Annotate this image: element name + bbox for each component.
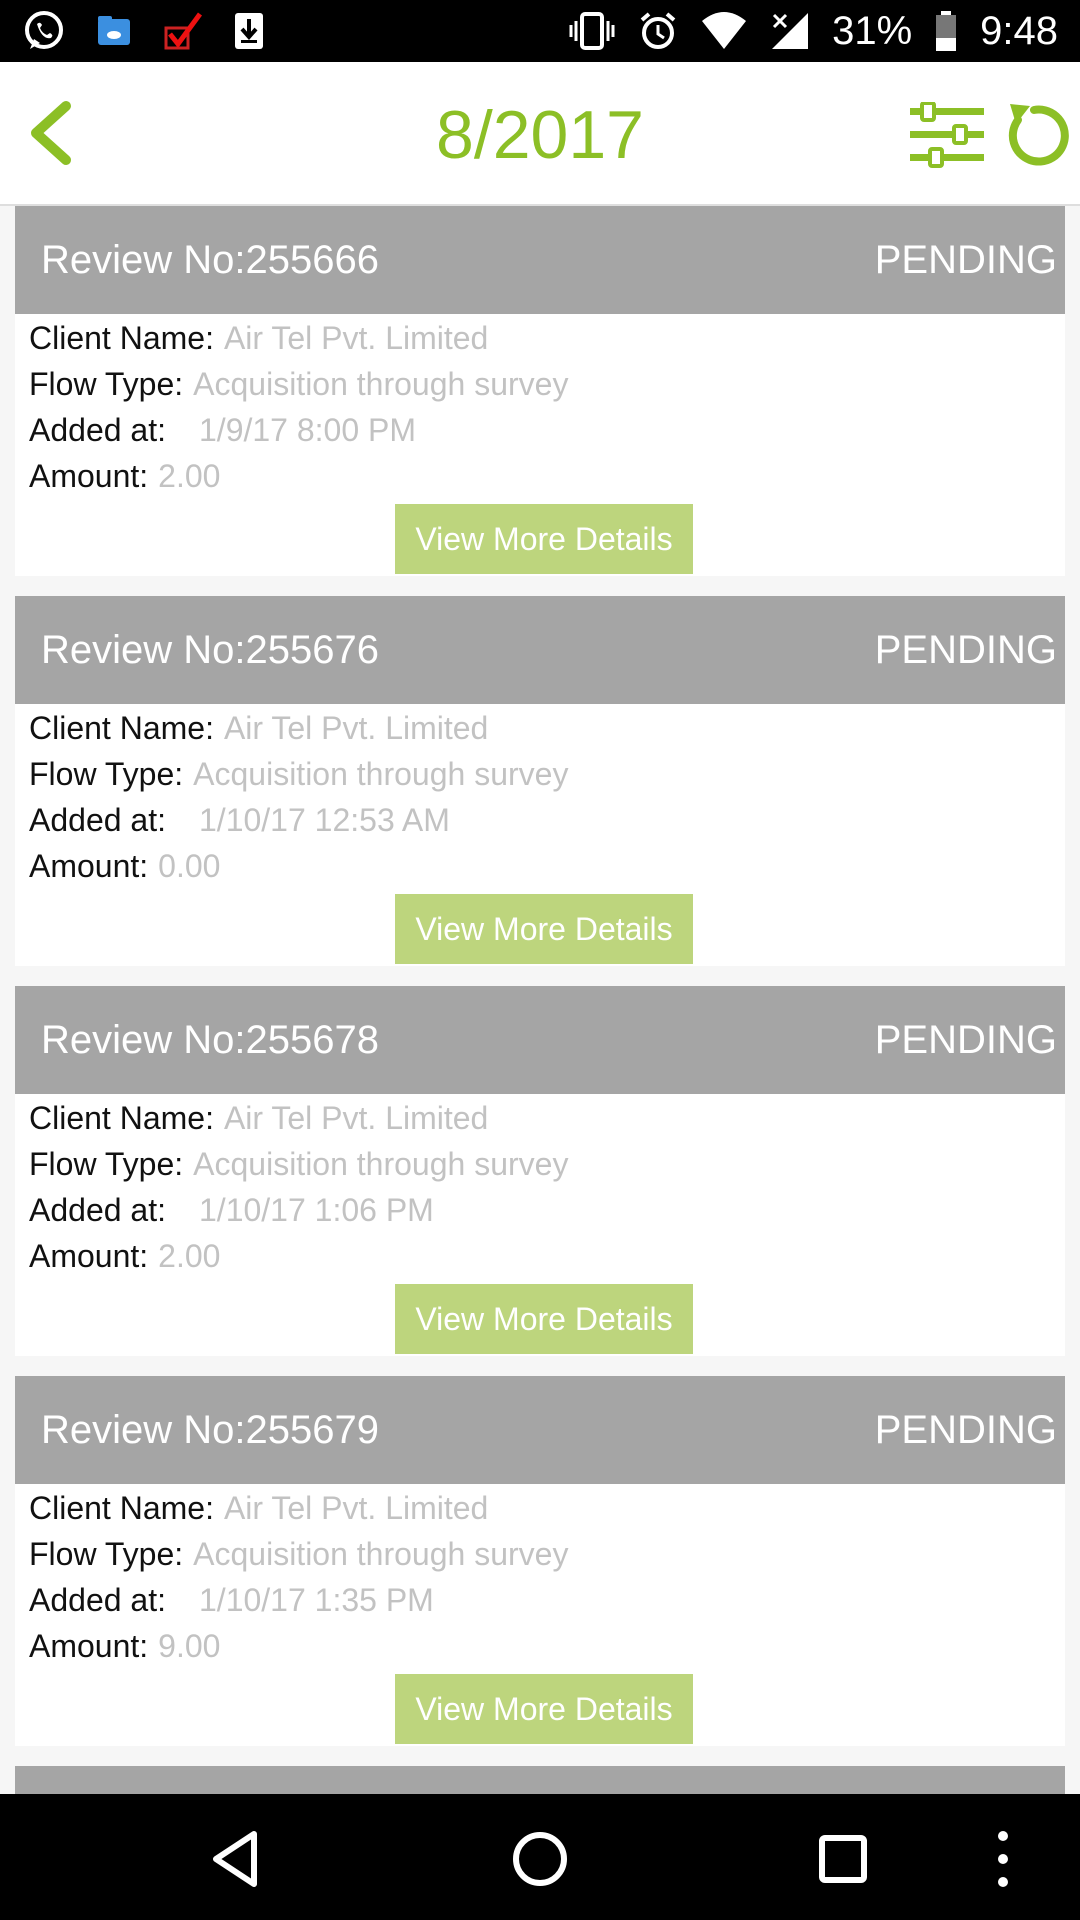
flow-type-value: Acquisition through survey xyxy=(193,1146,569,1182)
recents-square-icon[interactable] xyxy=(808,1824,878,1894)
client-name-row: Client Name: Air Tel Pvt. Limited xyxy=(29,1100,488,1137)
added-at-value: 1/10/17 1:35 PM xyxy=(199,1582,434,1618)
amount-row: Amount: 9.00 xyxy=(29,1628,220,1665)
alarm-icon xyxy=(640,12,676,49)
more-options-icon[interactable] xyxy=(968,1824,1038,1894)
review-card-header: Review No:255679 PENDING xyxy=(15,1376,1065,1484)
flow-type-label: Flow Type: xyxy=(29,756,184,792)
client-name-row: Client Name: Air Tel Pvt. Limited xyxy=(29,320,488,357)
view-more-details-button[interactable]: View More Details xyxy=(395,1674,693,1744)
added-at-label: Added at: xyxy=(29,1192,166,1228)
clock: 9:48 xyxy=(980,8,1058,53)
client-name-value: Air Tel Pvt. Limited xyxy=(223,1100,489,1136)
amount-value: 2.00 xyxy=(158,458,221,494)
review-card: Review No:255676 PENDING Client Name: Air… xyxy=(15,596,1065,966)
signal-icon xyxy=(772,13,809,49)
client-name-label: Client Name: xyxy=(29,1490,214,1526)
amount-value: 0.00 xyxy=(158,848,221,884)
client-name-value: Air Tel Pvt. Limited xyxy=(223,1490,489,1526)
review-number: Review No:255666 xyxy=(41,238,379,282)
review-number: Review No:255676 xyxy=(41,628,379,672)
flow-type-row: Flow Type: Acquisition through survey xyxy=(29,1146,568,1183)
client-name-row: Client Name: Air Tel Pvt. Limited xyxy=(29,710,488,747)
added-at-row: Added at: 1/10/17 12:53 AM xyxy=(29,802,450,839)
amount-label: Amount: xyxy=(29,1238,149,1274)
review-card: Review No:255666 PENDING Client Name: Air… xyxy=(15,206,1065,576)
flow-type-row: Flow Type: Acquisition through survey xyxy=(29,756,568,793)
vibrate-icon xyxy=(569,12,615,50)
flow-type-row: Flow Type: Acquisition through survey xyxy=(29,1536,568,1573)
added-at-row: Added at: 1/10/17 1:35 PM xyxy=(29,1582,434,1619)
client-name-value: Air Tel Pvt. Limited xyxy=(223,710,489,746)
home-circle-icon[interactable] xyxy=(505,1824,575,1894)
view-more-details-button[interactable]: View More Details xyxy=(395,1284,693,1354)
amount-label: Amount: xyxy=(29,1628,149,1664)
client-name-label: Client Name: xyxy=(29,1100,214,1136)
amount-value: 2.00 xyxy=(158,1238,221,1274)
amount-label: Amount: xyxy=(29,458,149,494)
battery-percent: 31% xyxy=(832,8,913,53)
flow-type-row: Flow Type: Acquisition through survey xyxy=(29,366,568,403)
added-at-value: 1/10/17 12:53 AM xyxy=(199,802,450,838)
status-bar: 31% 9:48 xyxy=(0,0,1080,62)
review-card: Review No:255679 PENDING Client Name: Air… xyxy=(15,1376,1065,1746)
added-at-value: 1/10/17 1:06 PM xyxy=(199,1192,434,1228)
review-card-header: Review No:255678 PENDING xyxy=(15,986,1065,1094)
flow-type-value: Acquisition through survey xyxy=(193,1536,569,1572)
status-badge: PENDING xyxy=(874,628,1057,672)
amount-row: Amount: 2.00 xyxy=(29,1238,220,1275)
status-badge: PENDING xyxy=(874,1018,1057,1062)
amount-row: Amount: 0.00 xyxy=(29,848,220,885)
client-name-value: Air Tel Pvt. Limited xyxy=(223,320,489,356)
review-card-header: Review No:255666 PENDING xyxy=(15,206,1065,314)
review-list[interactable]: Review No:255666 PENDING Client Name: Air… xyxy=(15,206,1065,1794)
filter-settings-icon[interactable] xyxy=(908,102,986,168)
app-bar: 8/2017 xyxy=(0,62,1080,206)
battery-icon xyxy=(936,11,957,51)
amount-row: Amount: 2.00 xyxy=(29,458,220,495)
file-manager-icon xyxy=(98,16,130,45)
added-at-value: 1/9/17 8:00 PM xyxy=(199,412,417,448)
added-at-label: Added at: xyxy=(29,1582,166,1618)
next-review-card-header xyxy=(15,1766,1065,1794)
added-at-label: Added at: xyxy=(29,802,166,838)
wifi-icon xyxy=(702,12,747,49)
whatsapp-icon xyxy=(25,11,63,49)
flow-type-value: Acquisition through survey xyxy=(193,366,569,402)
view-more-details-button[interactable]: View More Details xyxy=(395,894,693,964)
refresh-icon[interactable] xyxy=(998,98,1070,170)
checkmark-app-icon xyxy=(164,12,203,50)
status-badge: PENDING xyxy=(874,1408,1057,1452)
back-triangle-icon[interactable] xyxy=(202,1824,272,1894)
flow-type-value: Acquisition through survey xyxy=(193,756,569,792)
flow-type-label: Flow Type: xyxy=(29,1146,184,1182)
status-badge: PENDING xyxy=(874,238,1057,282)
review-card-header: Review No:255676 PENDING xyxy=(15,596,1065,704)
added-at-row: Added at: 1/10/17 1:06 PM xyxy=(29,1192,434,1229)
client-name-label: Client Name: xyxy=(29,320,214,356)
navigation-bar xyxy=(0,1794,1080,1920)
client-name-label: Client Name: xyxy=(29,710,214,746)
download-icon xyxy=(235,13,263,49)
amount-label: Amount: xyxy=(29,848,149,884)
flow-type-label: Flow Type: xyxy=(29,366,184,402)
review-card: Review No:255678 PENDING Client Name: Air… xyxy=(15,986,1065,1356)
review-number: Review No:255678 xyxy=(41,1018,379,1062)
review-number: Review No:255679 xyxy=(41,1408,379,1452)
client-name-row: Client Name: Air Tel Pvt. Limited xyxy=(29,1490,488,1527)
flow-type-label: Flow Type: xyxy=(29,1536,184,1572)
added-at-row: Added at: 1/9/17 8:00 PM xyxy=(29,412,416,449)
added-at-label: Added at: xyxy=(29,412,166,448)
view-more-details-button[interactable]: View More Details xyxy=(395,504,693,574)
amount-value: 9.00 xyxy=(158,1628,221,1664)
